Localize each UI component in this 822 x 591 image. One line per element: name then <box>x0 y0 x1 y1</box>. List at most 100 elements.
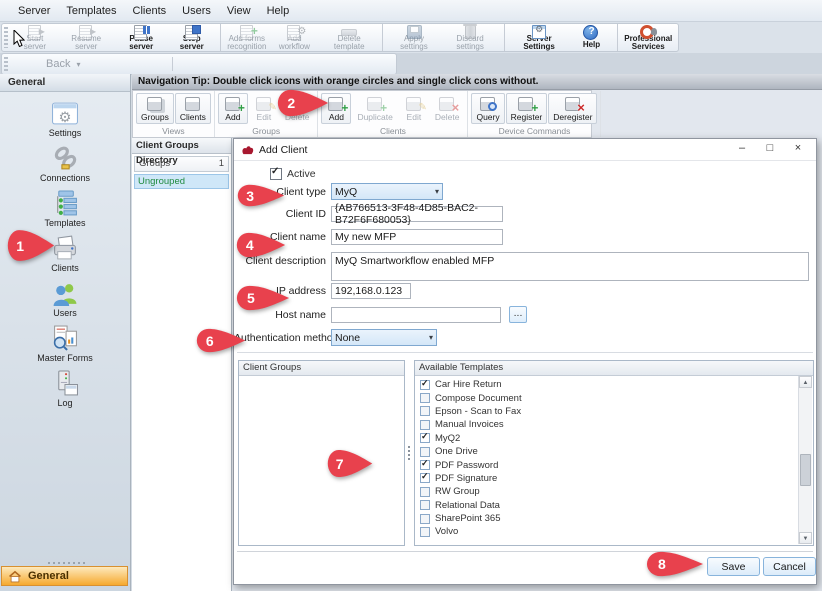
client-groups-panel-title: Client Groups <box>239 361 404 376</box>
group-row[interactable]: Ungrouped <box>134 174 229 189</box>
apply-settings-button[interactable]: Apply settings <box>387 24 440 51</box>
template-row[interactable]: PDF Password <box>416 458 799 471</box>
back-button[interactable]: Back▾ <box>38 56 88 72</box>
client-name-input[interactable]: My new MFP <box>331 229 503 245</box>
template-checkbox[interactable] <box>420 514 430 524</box>
client-type-dropdown[interactable]: MyQ▾ <box>331 183 443 200</box>
delete-client-button[interactable]: Delete <box>430 93 465 124</box>
template-checkbox[interactable] <box>420 380 430 390</box>
register-device-icon <box>516 96 536 111</box>
template-checkbox[interactable] <box>420 473 430 483</box>
toolbar-row: Start server Resume server Pause server … <box>0 22 822 53</box>
cancel-button[interactable]: Cancel <box>763 557 816 576</box>
minimize-button[interactable]: – <box>728 139 756 160</box>
auth-method-dropdown[interactable]: None▾ <box>331 329 437 346</box>
groups-view-button[interactable]: Groups <box>136 93 174 124</box>
save-button[interactable]: Save <box>707 557 760 576</box>
callout-2: 2 <box>277 89 329 117</box>
sidebar-item-connections[interactable]: Connections <box>15 142 115 187</box>
sidebar-item-master-forms[interactable]: Master Forms <box>15 322 115 367</box>
template-row[interactable]: RW Group <box>416 485 799 498</box>
menu-server[interactable]: Server <box>10 2 58 20</box>
professional-services-button[interactable]: Professional Services <box>622 24 674 51</box>
menu-view[interactable]: View <box>219 2 259 20</box>
template-row[interactable]: MyQ2 <box>416 432 799 445</box>
ip-address-input[interactable]: 192,168.0.123 <box>331 283 411 299</box>
menu-clients[interactable]: Clients <box>125 2 175 20</box>
template-row[interactable]: SharePoint 365 <box>416 512 799 525</box>
add-forms-recognition-button[interactable]: Add forms recognition <box>225 24 269 51</box>
template-checkbox[interactable] <box>420 433 430 443</box>
menu-users[interactable]: Users <box>174 2 219 20</box>
help-button[interactable]: Help <box>569 24 618 51</box>
start-server-icon <box>26 25 44 34</box>
template-row[interactable]: Car Hire Return <box>416 378 799 391</box>
callout-4: 4 <box>236 232 286 258</box>
client-description-input[interactable]: MyQ Smartworkflow enabled MFP <box>331 252 809 281</box>
host-name-input[interactable] <box>331 307 501 323</box>
template-row[interactable]: Manual Invoices <box>416 418 799 431</box>
dialog-title-bar[interactable]: Add Client – □ × <box>234 139 816 161</box>
users-icon <box>50 280 80 307</box>
template-checkbox[interactable] <box>420 447 430 457</box>
close-button[interactable]: × <box>784 139 812 160</box>
deregister-device-button[interactable]: Deregister <box>548 93 597 124</box>
add-workflow-button[interactable]: Add workflow <box>269 24 320 51</box>
query-device-button[interactable]: Query <box>471 93 504 124</box>
template-checkbox[interactable] <box>420 420 430 430</box>
scroll-down-icon[interactable]: ▼ <box>799 532 812 544</box>
toolbar-grip[interactable] <box>4 27 8 48</box>
template-row[interactable]: Volvo <box>416 525 799 538</box>
stop-server-button[interactable]: Stop server <box>168 24 221 51</box>
sidebar-footer-general[interactable]: General <box>1 566 128 586</box>
template-row[interactable]: Epson - Scan to Fax <box>416 405 799 418</box>
resume-server-button[interactable]: Resume server <box>58 24 115 51</box>
svg-text:⚙: ⚙ <box>58 110 71 126</box>
template-row[interactable]: One Drive <box>416 445 799 458</box>
delete-template-button[interactable]: Delete template <box>320 24 383 51</box>
sidebar-item-templates[interactable]: Templates <box>15 187 115 232</box>
available-templates-panel-title: Available Templates <box>415 361 813 376</box>
scroll-up-icon[interactable]: ▲ <box>799 376 812 388</box>
template-checkbox[interactable] <box>420 460 430 470</box>
menu-help[interactable]: Help <box>259 2 298 20</box>
panel-splitter[interactable] <box>406 360 411 546</box>
chevron-down-icon: ▾ <box>429 333 433 342</box>
sidebar-header: General <box>0 74 130 92</box>
sidebar-item-settings[interactable]: ⚙ Settings <box>15 97 115 142</box>
toolbar-grip[interactable] <box>4 57 8 71</box>
add-group-button[interactable]: Add <box>218 93 248 124</box>
pause-server-button[interactable]: Pause server <box>115 24 168 51</box>
edit-client-button[interactable]: Edit <box>399 93 429 124</box>
templates-scrollbar[interactable]: ▲ ▼ <box>798 376 812 544</box>
template-checkbox[interactable] <box>420 393 430 403</box>
menu-templates[interactable]: Templates <box>58 2 124 20</box>
register-device-button[interactable]: Register <box>506 93 548 124</box>
sidebar-splitter[interactable] <box>0 560 129 565</box>
active-checkbox[interactable] <box>270 168 282 180</box>
edit-group-button[interactable]: Edit <box>249 93 279 124</box>
pause-server-icon <box>132 25 150 34</box>
template-row[interactable]: Compose Document <box>416 391 799 404</box>
template-checkbox[interactable] <box>420 487 430 497</box>
duplicate-client-button[interactable]: Duplicate <box>352 93 397 124</box>
client-groups-directory-panel: Client Groups Directory Groups 1 Ungroup… <box>132 138 232 591</box>
sidebar-item-users[interactable]: Users <box>15 277 115 322</box>
clients-view-button[interactable]: Clients <box>175 93 211 124</box>
back-bar: Back▾ <box>0 53 822 74</box>
client-id-input[interactable]: {AB766513-3F48-4D85-BAC2-B72F6F680053} <box>331 206 503 222</box>
discard-settings-button[interactable]: Discard settings <box>441 24 505 51</box>
master-forms-icon <box>50 325 80 352</box>
template-checkbox[interactable] <box>420 500 430 510</box>
sidebar-item-log[interactable]: Log <box>15 367 115 412</box>
templates-icon <box>50 190 80 217</box>
server-settings-button[interactable]: Server Settings <box>509 24 570 51</box>
maximize-button[interactable]: □ <box>756 139 784 160</box>
template-row[interactable]: PDF Signature <box>416 472 799 485</box>
template-row[interactable]: Relational Data <box>416 499 799 512</box>
template-checkbox[interactable] <box>420 406 430 416</box>
template-checkbox[interactable] <box>420 527 430 537</box>
host-name-browse-button[interactable]: ... <box>509 306 527 323</box>
scrollbar-thumb[interactable] <box>800 454 811 486</box>
groups-list-header[interactable]: Groups 1 <box>134 156 229 172</box>
